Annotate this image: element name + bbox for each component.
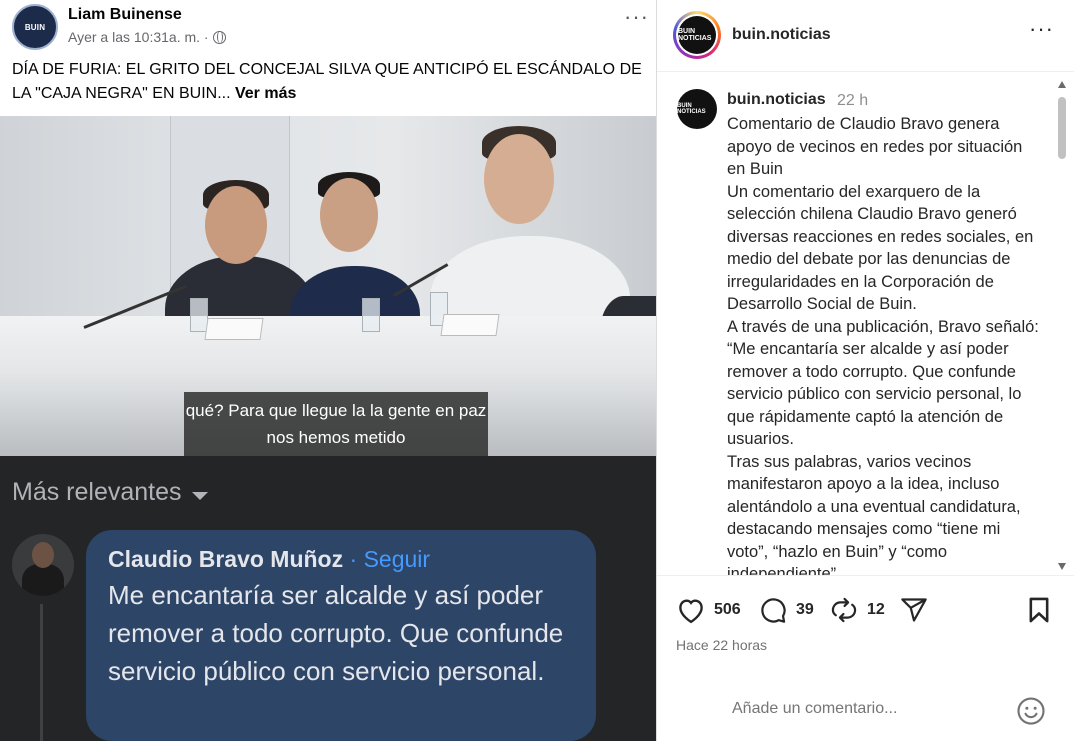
facebook-author-avatar: BUIN	[12, 4, 58, 50]
facebook-avatar-logo-text: BUIN	[24, 22, 46, 32]
caption-area[interactable]: BUIN NOTICIAS buin.noticias 22 h Comenta…	[657, 73, 1074, 576]
buin-noticias-logo: BUIN NOTICIAS	[678, 16, 716, 54]
instagram-sidebar: BUIN NOTICIAS buin.noticias ··· BUIN NOT…	[656, 0, 1074, 741]
globe-icon	[212, 30, 226, 44]
video-subtitle: qué? Para que llegue la la gente en paz …	[184, 392, 488, 456]
action-bar: 506 39 12	[657, 588, 1074, 632]
share-icon	[901, 598, 927, 622]
facebook-caption: DÍA DE FURIA: EL GRITO DEL CONCEJAL SILV…	[12, 58, 648, 106]
comment-button[interactable]: 39	[758, 596, 814, 624]
logo-text: BUIN NOTICIAS	[678, 28, 712, 42]
posted-time[interactable]: Hace 22 horas	[676, 637, 767, 653]
reposts-count: 12	[867, 601, 885, 618]
save-button[interactable]	[1026, 596, 1052, 624]
repost-button[interactable]: 12	[829, 596, 885, 624]
caption-time[interactable]: 22 h	[837, 92, 868, 110]
video-frame: qué? Para que llegue la la gente en paz …	[0, 116, 656, 456]
likes-count: 506	[714, 601, 741, 618]
comment-bubble: Claudio Bravo Muñoz · Seguir Me encantar…	[86, 530, 596, 741]
bookmark-icon	[1029, 597, 1049, 623]
header-username[interactable]: buin.noticias	[732, 26, 831, 44]
caption-username[interactable]: buin.noticias	[727, 91, 826, 109]
facebook-post-header: BUIN Liam Buinense Ayer a las 10:31a. m.…	[0, 0, 656, 116]
add-comment-row	[657, 676, 1074, 741]
comments-filter-label: Más relevantes	[12, 478, 182, 506]
post-header: BUIN NOTICIAS buin.noticias ···	[657, 0, 1074, 72]
person-left-head	[205, 186, 267, 264]
caption-avatar[interactable]: BUIN NOTICIAS	[677, 89, 717, 129]
scrollbar-thumb[interactable]	[1058, 97, 1066, 159]
water-glass	[362, 298, 380, 332]
thread-line	[40, 604, 43, 741]
scrollbar[interactable]	[1055, 77, 1069, 575]
person-right-head	[484, 134, 554, 224]
commenter-avatar-body	[22, 564, 64, 596]
facebook-timestamp-row: Ayer a las 10:31a. m. ·	[68, 29, 226, 45]
share-button[interactable]	[899, 596, 929, 624]
facebook-timestamp: Ayer a las 10:31a. m. ·	[68, 29, 209, 45]
comment-separator: ·	[343, 546, 364, 572]
commenter-avatar	[12, 534, 74, 596]
facebook-comments: Más relevantes Claudio Bravo Muñoz · Seg…	[0, 456, 656, 741]
post-media[interactable]: BUIN Liam Buinense Ayer a las 10:31a. m.…	[0, 0, 656, 741]
avatar-inner-ring: BUIN NOTICIAS	[676, 14, 718, 56]
emoji-icon	[1017, 697, 1045, 725]
scroll-up-arrow-icon[interactable]	[1058, 81, 1066, 88]
profile-avatar[interactable]: BUIN NOTICIAS	[673, 11, 721, 59]
nameplate	[204, 318, 264, 340]
caret-down-icon	[191, 491, 208, 500]
person-center-head	[320, 178, 378, 252]
facebook-author-name: Liam Buinense	[68, 6, 182, 23]
comment-author: Claudio Bravo Muñoz	[108, 546, 344, 572]
comment-input[interactable]	[732, 700, 1012, 718]
scroll-down-arrow-icon[interactable]	[1058, 563, 1066, 570]
comment-icon	[761, 598, 786, 623]
comment-text: Me encantaría ser alcalde y así poder re…	[108, 580, 564, 686]
caption-avatar-text: BUIN NOTICIAS	[677, 103, 706, 115]
like-button[interactable]: 506	[676, 596, 741, 624]
nameplate	[440, 314, 500, 336]
facebook-caption-text: DÍA DE FURIA: EL GRITO DEL CONCEJAL SILV…	[12, 61, 642, 102]
commenter-avatar-head	[32, 542, 54, 568]
comments-count: 39	[796, 601, 814, 618]
emoji-button[interactable]	[1016, 696, 1046, 726]
comment-author-row: Claudio Bravo Muñoz · Seguir	[108, 546, 430, 573]
comments-filter: Más relevantes	[12, 478, 208, 507]
more-options-icon[interactable]: ···	[1029, 18, 1054, 40]
follow-link: Seguir	[363, 546, 431, 572]
caption-text: Comentario de Claudio Bravo genera apoyo…	[727, 115, 1039, 576]
more-icon: ···	[624, 4, 649, 29]
repost-icon	[831, 597, 857, 623]
see-more-link: Ver más	[234, 85, 297, 102]
heart-icon	[679, 599, 703, 624]
